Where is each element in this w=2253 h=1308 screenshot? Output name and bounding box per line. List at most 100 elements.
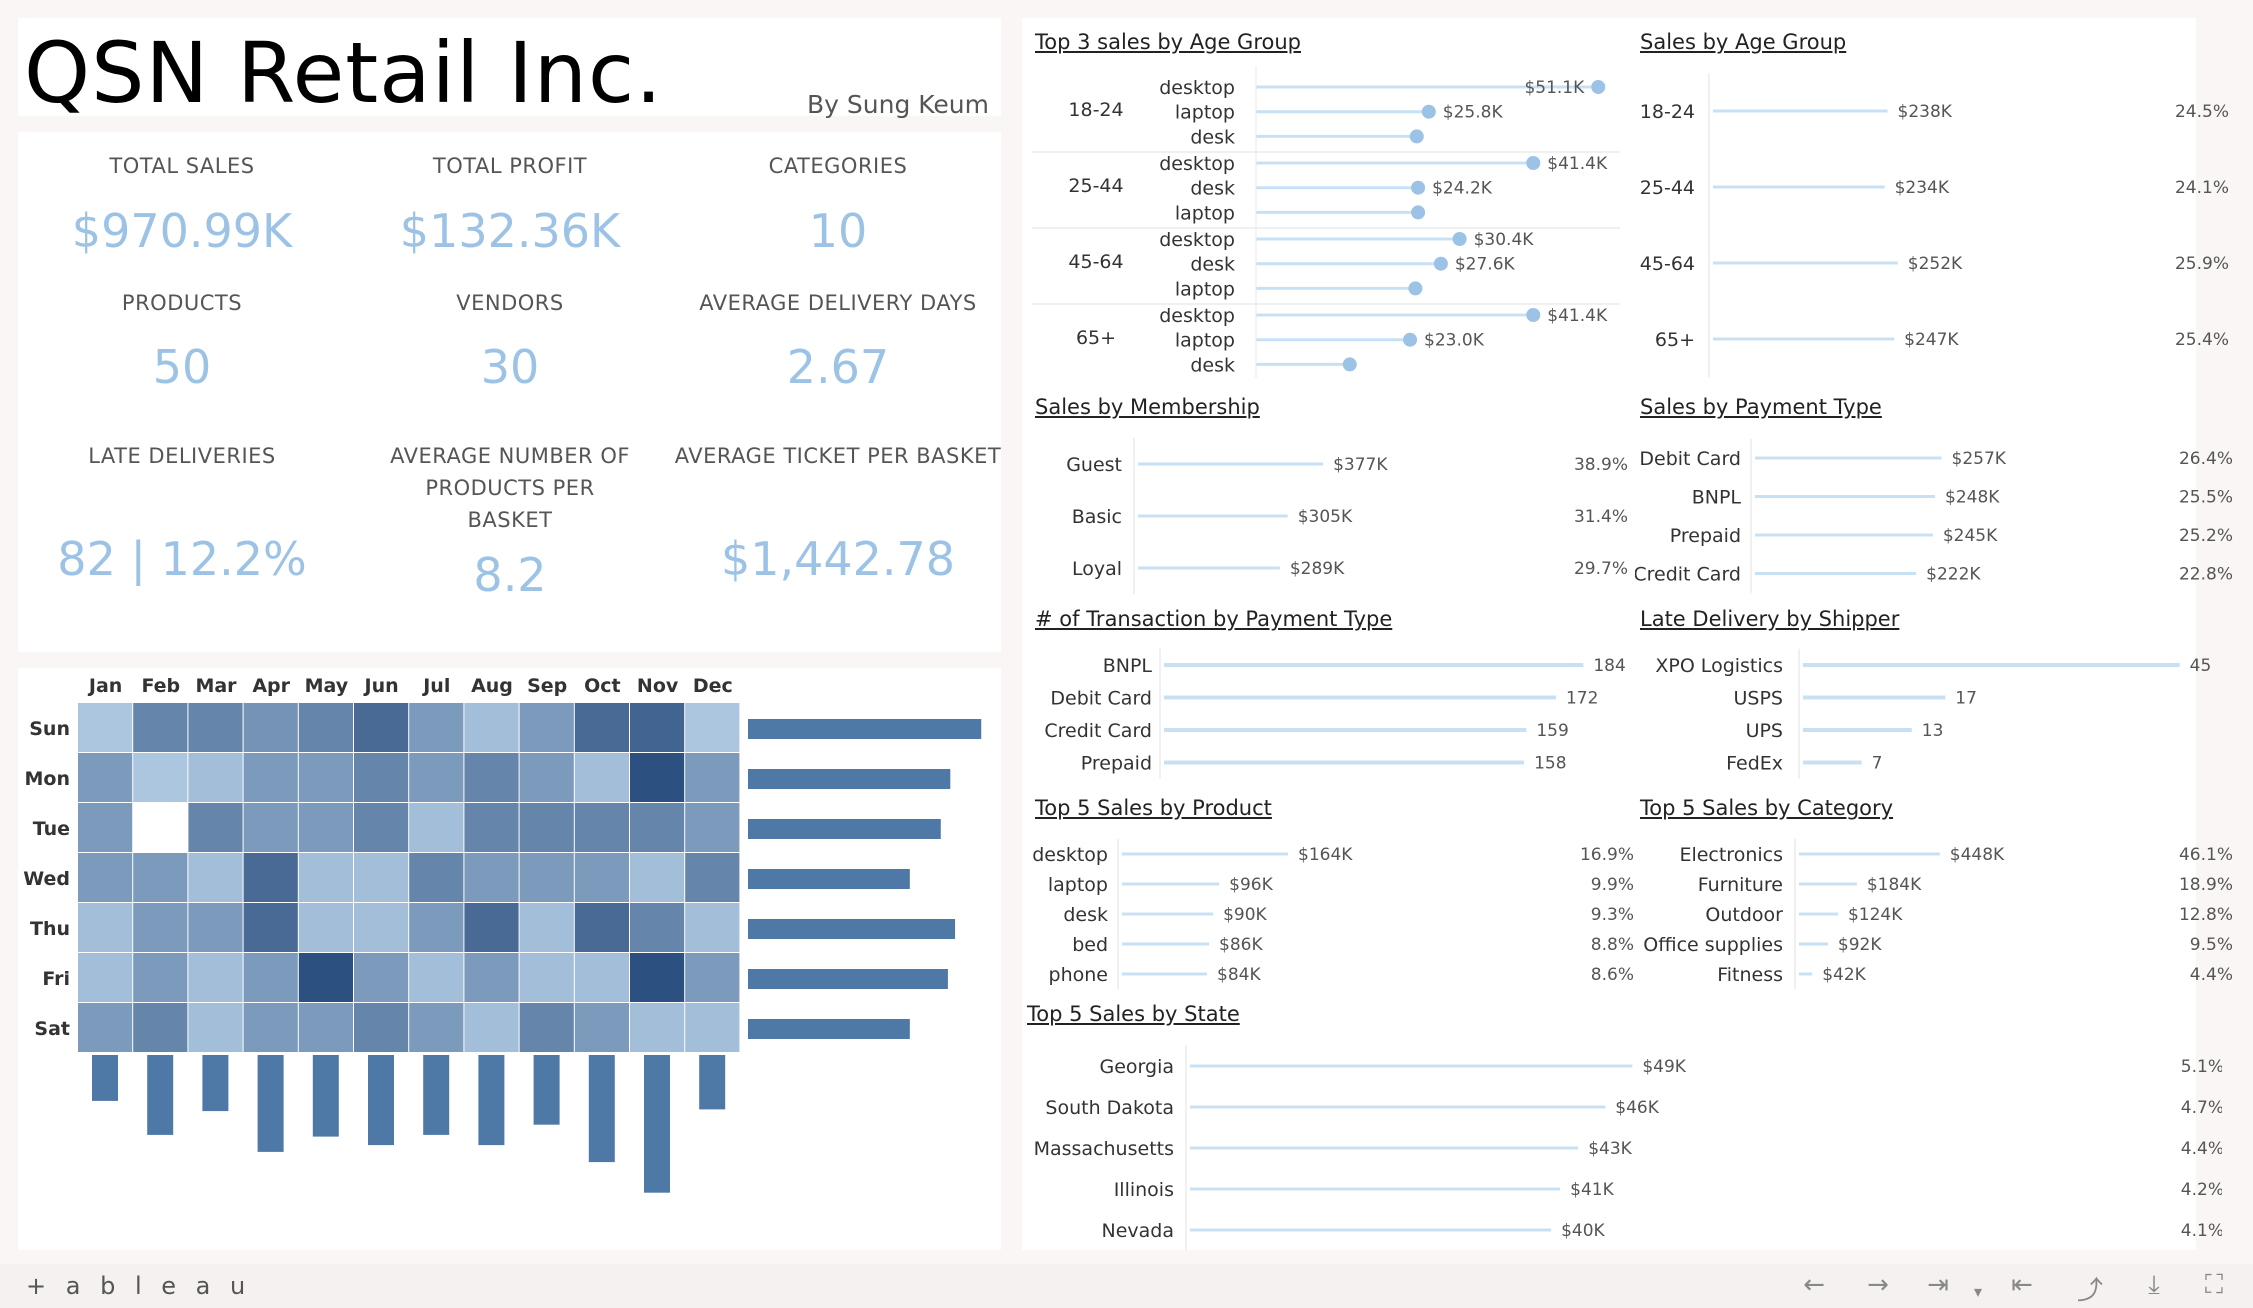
value-label: 17 — [1955, 689, 1977, 709]
category-label: Office supplies — [1643, 934, 1783, 956]
pct-label: 9.5% — [2190, 935, 2233, 955]
heatmap-cell — [298, 803, 353, 852]
transactions-chart[interactable]: BNPL 184 Debit Card 172 Credit Card 159 Prepai… — [1030, 645, 1630, 785]
month-label: Jul — [421, 675, 450, 697]
day-label: Thu — [30, 918, 70, 940]
heatmap-cell — [574, 903, 629, 952]
value-label: $23.0K — [1424, 331, 1485, 351]
category-label: 65+ — [1655, 329, 1695, 351]
heatmap-chart[interactable]: Jan Feb Mar Apr May Jun Jul Aug Sep Oct Nov Dec Sun M… — [18, 668, 1001, 1250]
lollipop-dot — [1526, 156, 1541, 170]
pct-label: 26.4% — [2179, 449, 2233, 469]
bar — [1803, 695, 1946, 700]
category-label: Credit Card — [1635, 564, 1741, 586]
heatmap-cell — [630, 753, 685, 802]
heatmap-cell — [133, 803, 188, 852]
bar — [1138, 514, 1288, 518]
dashboard-title: QSN Retail Inc. — [24, 24, 663, 122]
category-label: Credit Card — [1044, 720, 1152, 742]
reset-icon[interactable]: ⇤ — [2004, 1270, 2040, 1306]
pct-label: 16.9% — [1580, 845, 1634, 865]
value-label: $257K — [1952, 449, 2007, 469]
heatmap-cell — [685, 903, 740, 952]
top5-state-chart[interactable]: Georgia $49K 5.1% South Dakota $46K 4.7% Massa… — [1022, 1040, 2222, 1250]
value-label: $448K — [1950, 845, 2005, 865]
revert-icon[interactable]: ⇥ — [1920, 1270, 1956, 1306]
pct-label: 25.5% — [2179, 488, 2233, 508]
heatmap-cell — [354, 803, 409, 852]
heatmap-cell — [354, 853, 409, 902]
category-label: Basic — [1072, 506, 1122, 528]
bar — [1122, 972, 1208, 976]
lollipop-dot — [1421, 104, 1436, 119]
month-total-bar — [644, 1055, 670, 1193]
bar — [1803, 663, 2180, 667]
heatmap-cell — [188, 1003, 243, 1052]
bar — [1799, 912, 1838, 916]
pct-label: 5.1% — [2181, 1057, 2222, 1077]
value-label: $164K — [1298, 845, 1353, 865]
category-label: BNPL — [1103, 655, 1153, 677]
value-label: 184 — [1593, 656, 1625, 676]
heatmap-cell — [519, 853, 574, 902]
heatmap-cell — [78, 753, 133, 802]
top5-product-chart[interactable]: desktop $164K 16.9% laptop $96K 9.9% desk $90K 9… — [1030, 834, 1640, 990]
fullscreen-icon[interactable]: ⛶ — [2196, 1270, 2232, 1306]
product-label: desk — [1190, 254, 1235, 276]
revert-dropdown-icon[interactable]: ▾ — [1960, 1282, 1996, 1308]
pct-label: 25.2% — [2179, 526, 2233, 546]
heatmap-cell — [354, 1003, 409, 1052]
category-label: Debit Card — [1050, 688, 1152, 710]
value-label: $248K — [1945, 488, 2000, 508]
kpi-value: 30 — [480, 340, 540, 394]
heatmap-cell — [133, 1003, 188, 1052]
kpi-label: TOTAL SALES — [109, 154, 255, 178]
category-label: 45-64 — [1640, 253, 1695, 275]
age-group-chart[interactable]: 18-24 $238K 24.5% 25-44 $234K 24.1% 45-64 $252K… — [1635, 66, 2235, 384]
value-label: 7 — [1872, 754, 1883, 774]
value-label: $24.2K — [1432, 179, 1493, 199]
pct-label: 4.1% — [2181, 1221, 2222, 1241]
pct-label: 12.8% — [2179, 905, 2233, 925]
product-label: desktop — [1159, 229, 1235, 251]
pct-label: 46.1% — [2179, 845, 2233, 865]
download-icon[interactable]: ⤓ — [2136, 1270, 2172, 1306]
product-label: desk — [1190, 178, 1235, 200]
category-label: Illinois — [1114, 1179, 1174, 1201]
undo-icon[interactable]: ← — [1796, 1270, 1832, 1306]
bar — [1190, 1105, 1606, 1109]
heatmap-cell — [574, 803, 629, 852]
bar — [1122, 942, 1210, 946]
category-label: Massachusetts — [1034, 1138, 1174, 1160]
top5-category-chart[interactable]: Electronics $448K 46.1% Furniture $184K 18.9%… — [1635, 834, 2245, 990]
heatmap-cell — [685, 1003, 740, 1052]
heatmap-cell — [464, 953, 519, 1002]
day-total-bar — [748, 719, 982, 739]
value-label: 159 — [1536, 721, 1568, 741]
heatmap-cell — [298, 1003, 353, 1052]
title-top3-age: Top 3 sales by Age Group — [1035, 30, 1301, 54]
heatmap-cell — [464, 803, 519, 852]
heatmap-cell — [298, 953, 353, 1002]
bar — [1122, 882, 1220, 886]
late-shipper-chart[interactable]: XPO Logistics 45 USPS 17 UPS 13 FedEx 7 — [1635, 645, 2235, 785]
tableau-logo[interactable]: + a b l e a u — [26, 1272, 251, 1300]
membership-chart[interactable]: Guest $377K 38.9% Basic $305K 31.4% Loyal $289K… — [1030, 430, 1630, 595]
heatmap-cell — [243, 703, 298, 752]
kpi-value: $1,442.78 — [720, 532, 956, 586]
bar — [1164, 760, 1525, 765]
value-label: $42K — [1822, 965, 1866, 985]
payment-type-chart[interactable]: Debit Card $257K 26.4% BNPL $248K 25.5% Prepai… — [1635, 430, 2235, 595]
bar — [1755, 533, 1933, 537]
kpi-label: VENDORS — [456, 291, 564, 315]
kpi-value: 2.67 — [786, 340, 890, 394]
top3-age-chart[interactable]: 18-24 desktop $51.1K laptop $25.8K desk 25-44 d… — [1030, 66, 1620, 384]
bar — [1190, 1187, 1561, 1191]
month-total-bar — [423, 1055, 450, 1135]
redo-icon[interactable]: → — [1860, 1270, 1896, 1306]
product-label: desktop — [1159, 77, 1235, 99]
share-icon[interactable]: ⤴ — [2072, 1270, 2108, 1306]
bar — [1755, 456, 1942, 460]
heatmap-cell — [630, 703, 685, 752]
heatmap-cell — [409, 1003, 464, 1052]
